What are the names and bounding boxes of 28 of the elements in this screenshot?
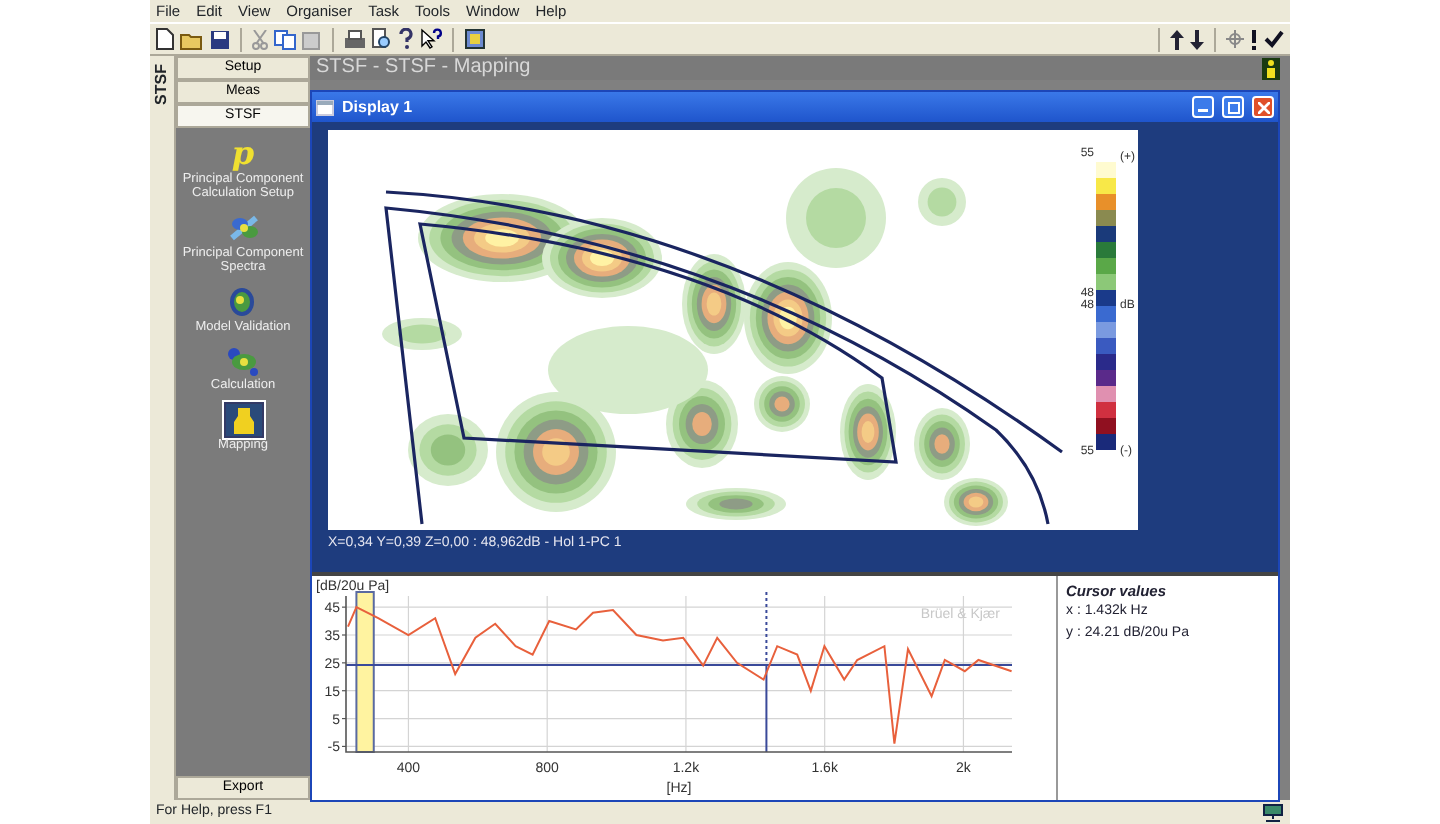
maximize-button[interactable] xyxy=(1222,96,1244,118)
minimize-button[interactable] xyxy=(1192,96,1214,118)
save-icon[interactable] xyxy=(210,29,230,49)
p-letter-icon: p xyxy=(231,136,255,172)
print-icon[interactable] xyxy=(344,29,366,49)
down-arrow-icon[interactable] xyxy=(1190,29,1204,49)
window-icon xyxy=(316,99,334,115)
grid-display-icon[interactable] xyxy=(464,28,486,50)
open-folder-icon[interactable] xyxy=(180,29,204,49)
context-help-icon[interactable] xyxy=(420,28,442,50)
exclamation-icon[interactable] xyxy=(1250,29,1258,49)
new-file-icon[interactable] xyxy=(156,28,174,50)
network-icon xyxy=(1262,803,1284,821)
print-preview-icon[interactable] xyxy=(372,28,392,50)
copy-icon[interactable] xyxy=(274,29,296,49)
check-icon[interactable] xyxy=(1264,30,1284,48)
display-title: Display 1 xyxy=(342,95,413,119)
up-arrow-icon[interactable] xyxy=(1170,29,1184,49)
cursor-line[interactable] xyxy=(765,591,768,753)
close-button[interactable] xyxy=(1252,96,1274,118)
figure-icon[interactable] xyxy=(1262,57,1280,79)
help-icon[interactable] xyxy=(398,28,414,50)
maximize-icon xyxy=(1227,101,1239,113)
window-title: STSF - STSF - Mapping xyxy=(316,56,531,80)
mapping-icon xyxy=(223,401,263,438)
crosshair-icon[interactable] xyxy=(1226,30,1244,48)
calculation-icon xyxy=(222,342,263,379)
close-icon xyxy=(1257,101,1269,113)
